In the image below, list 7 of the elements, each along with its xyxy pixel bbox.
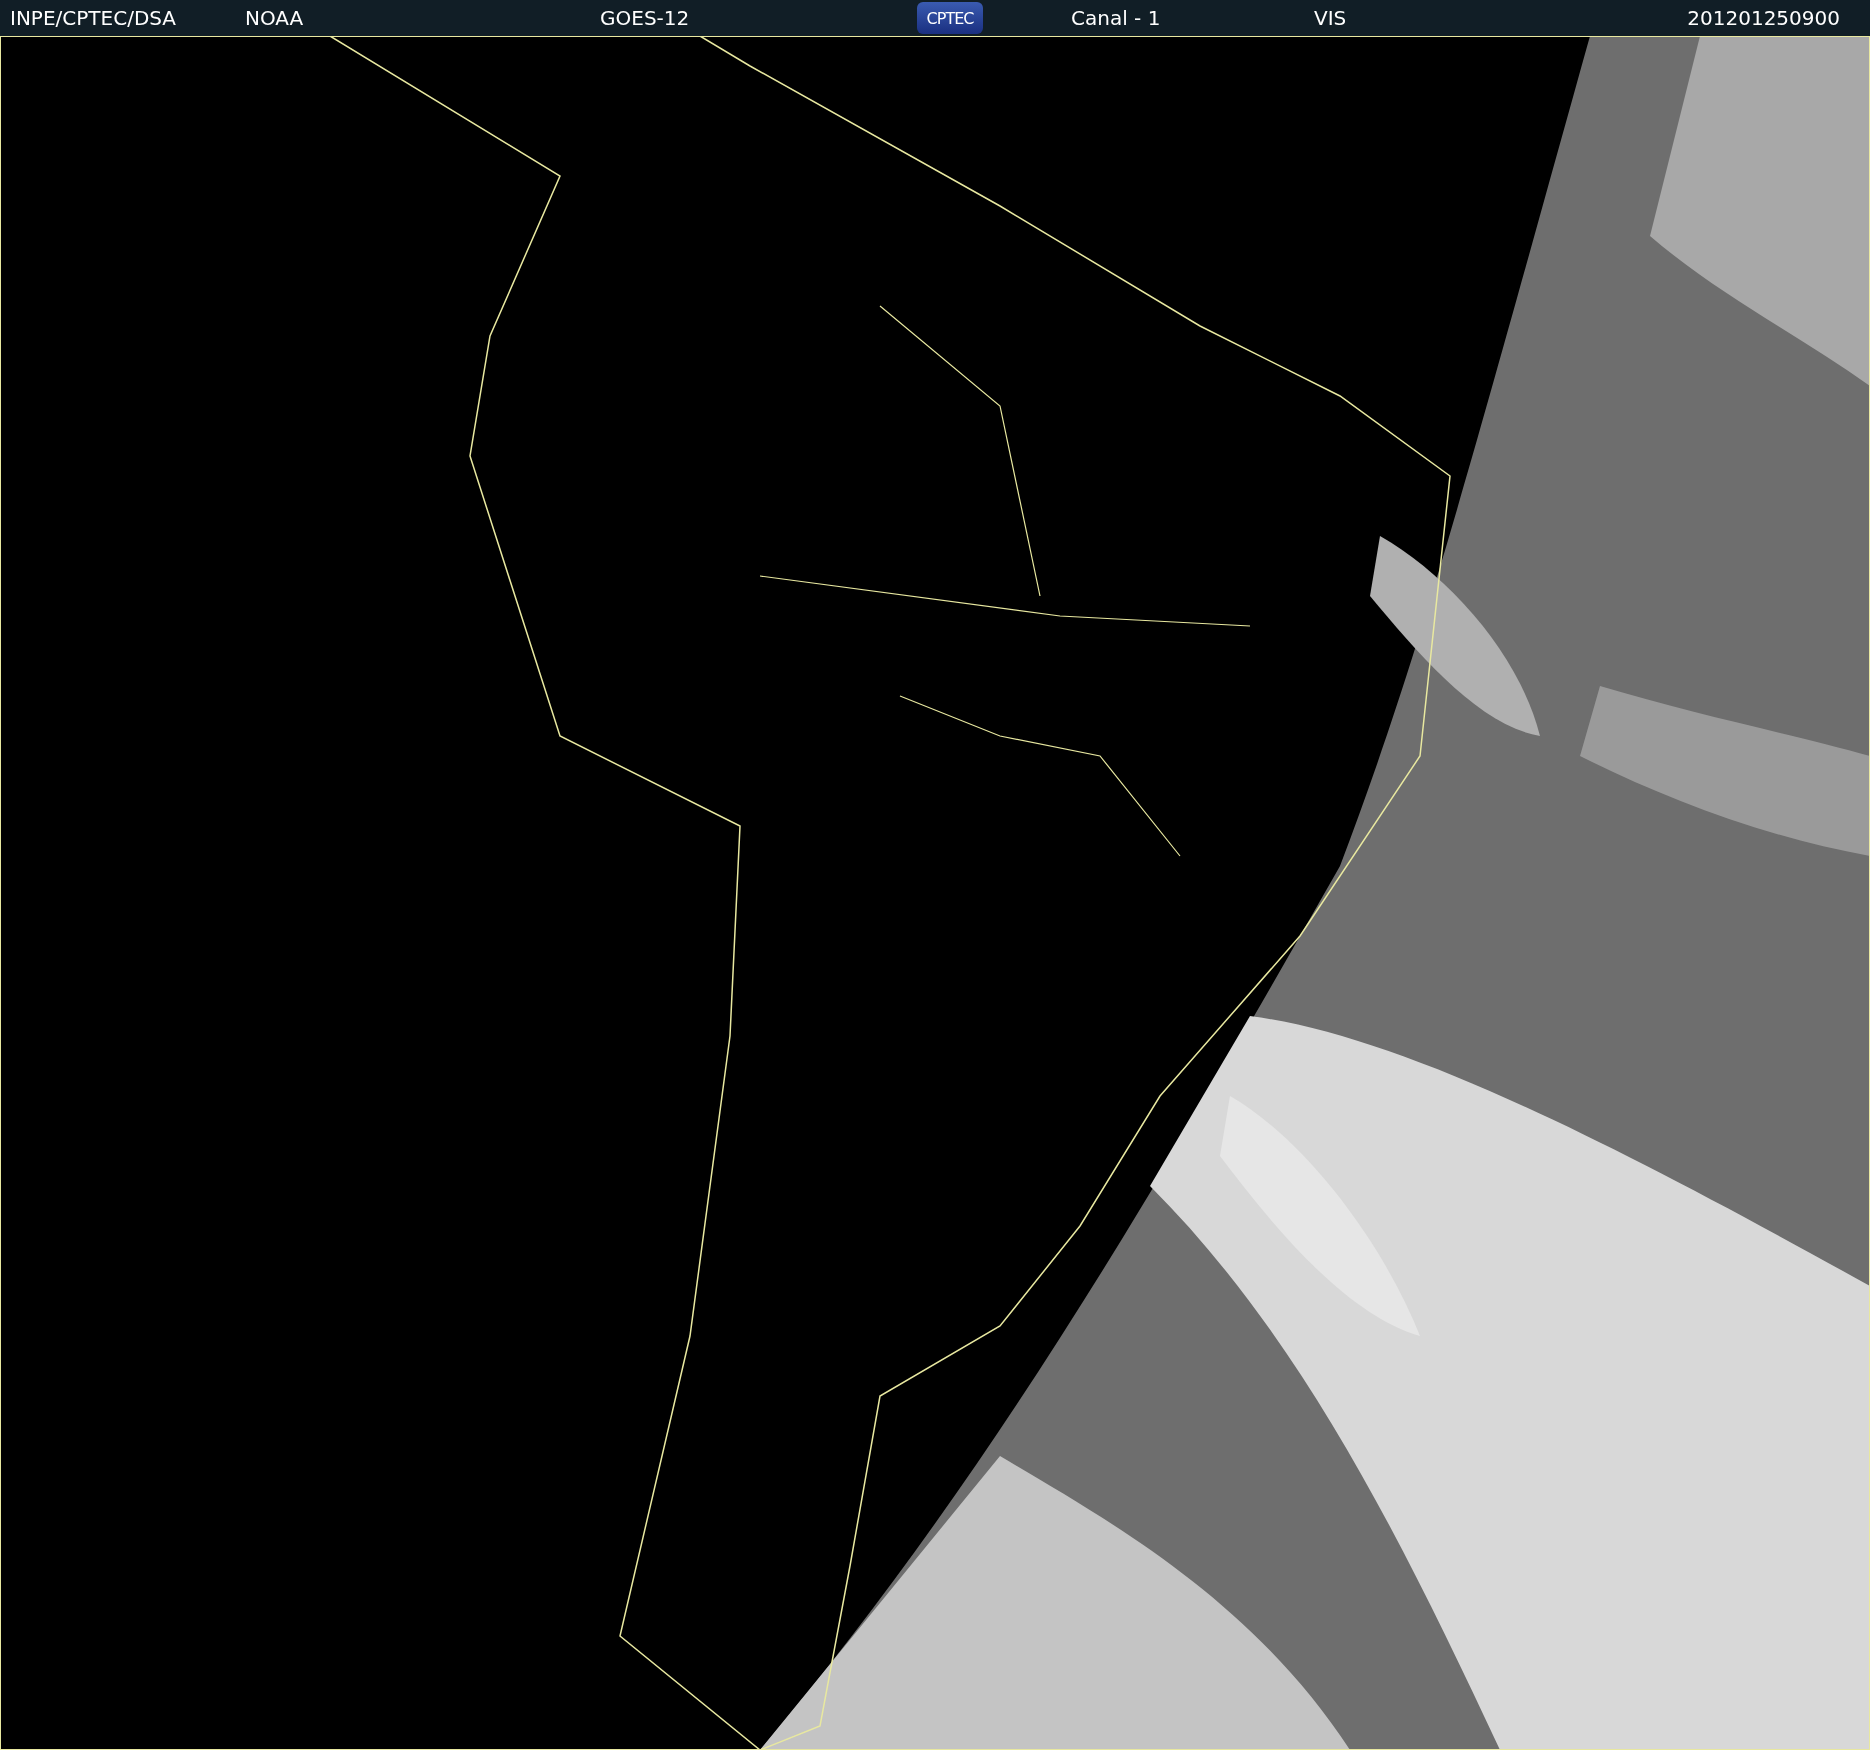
- source-label: INPE/CPTEC/DSA: [10, 6, 178, 30]
- band-label: VIS: [1314, 6, 1348, 30]
- channel-label: Canal - 1: [1071, 6, 1162, 30]
- timestamp-label: 201201250900: [1687, 6, 1840, 30]
- agency-label: NOAA: [245, 6, 305, 30]
- satellite-label: GOES-12: [600, 6, 691, 30]
- logo: CPTEC: [917, 2, 983, 34]
